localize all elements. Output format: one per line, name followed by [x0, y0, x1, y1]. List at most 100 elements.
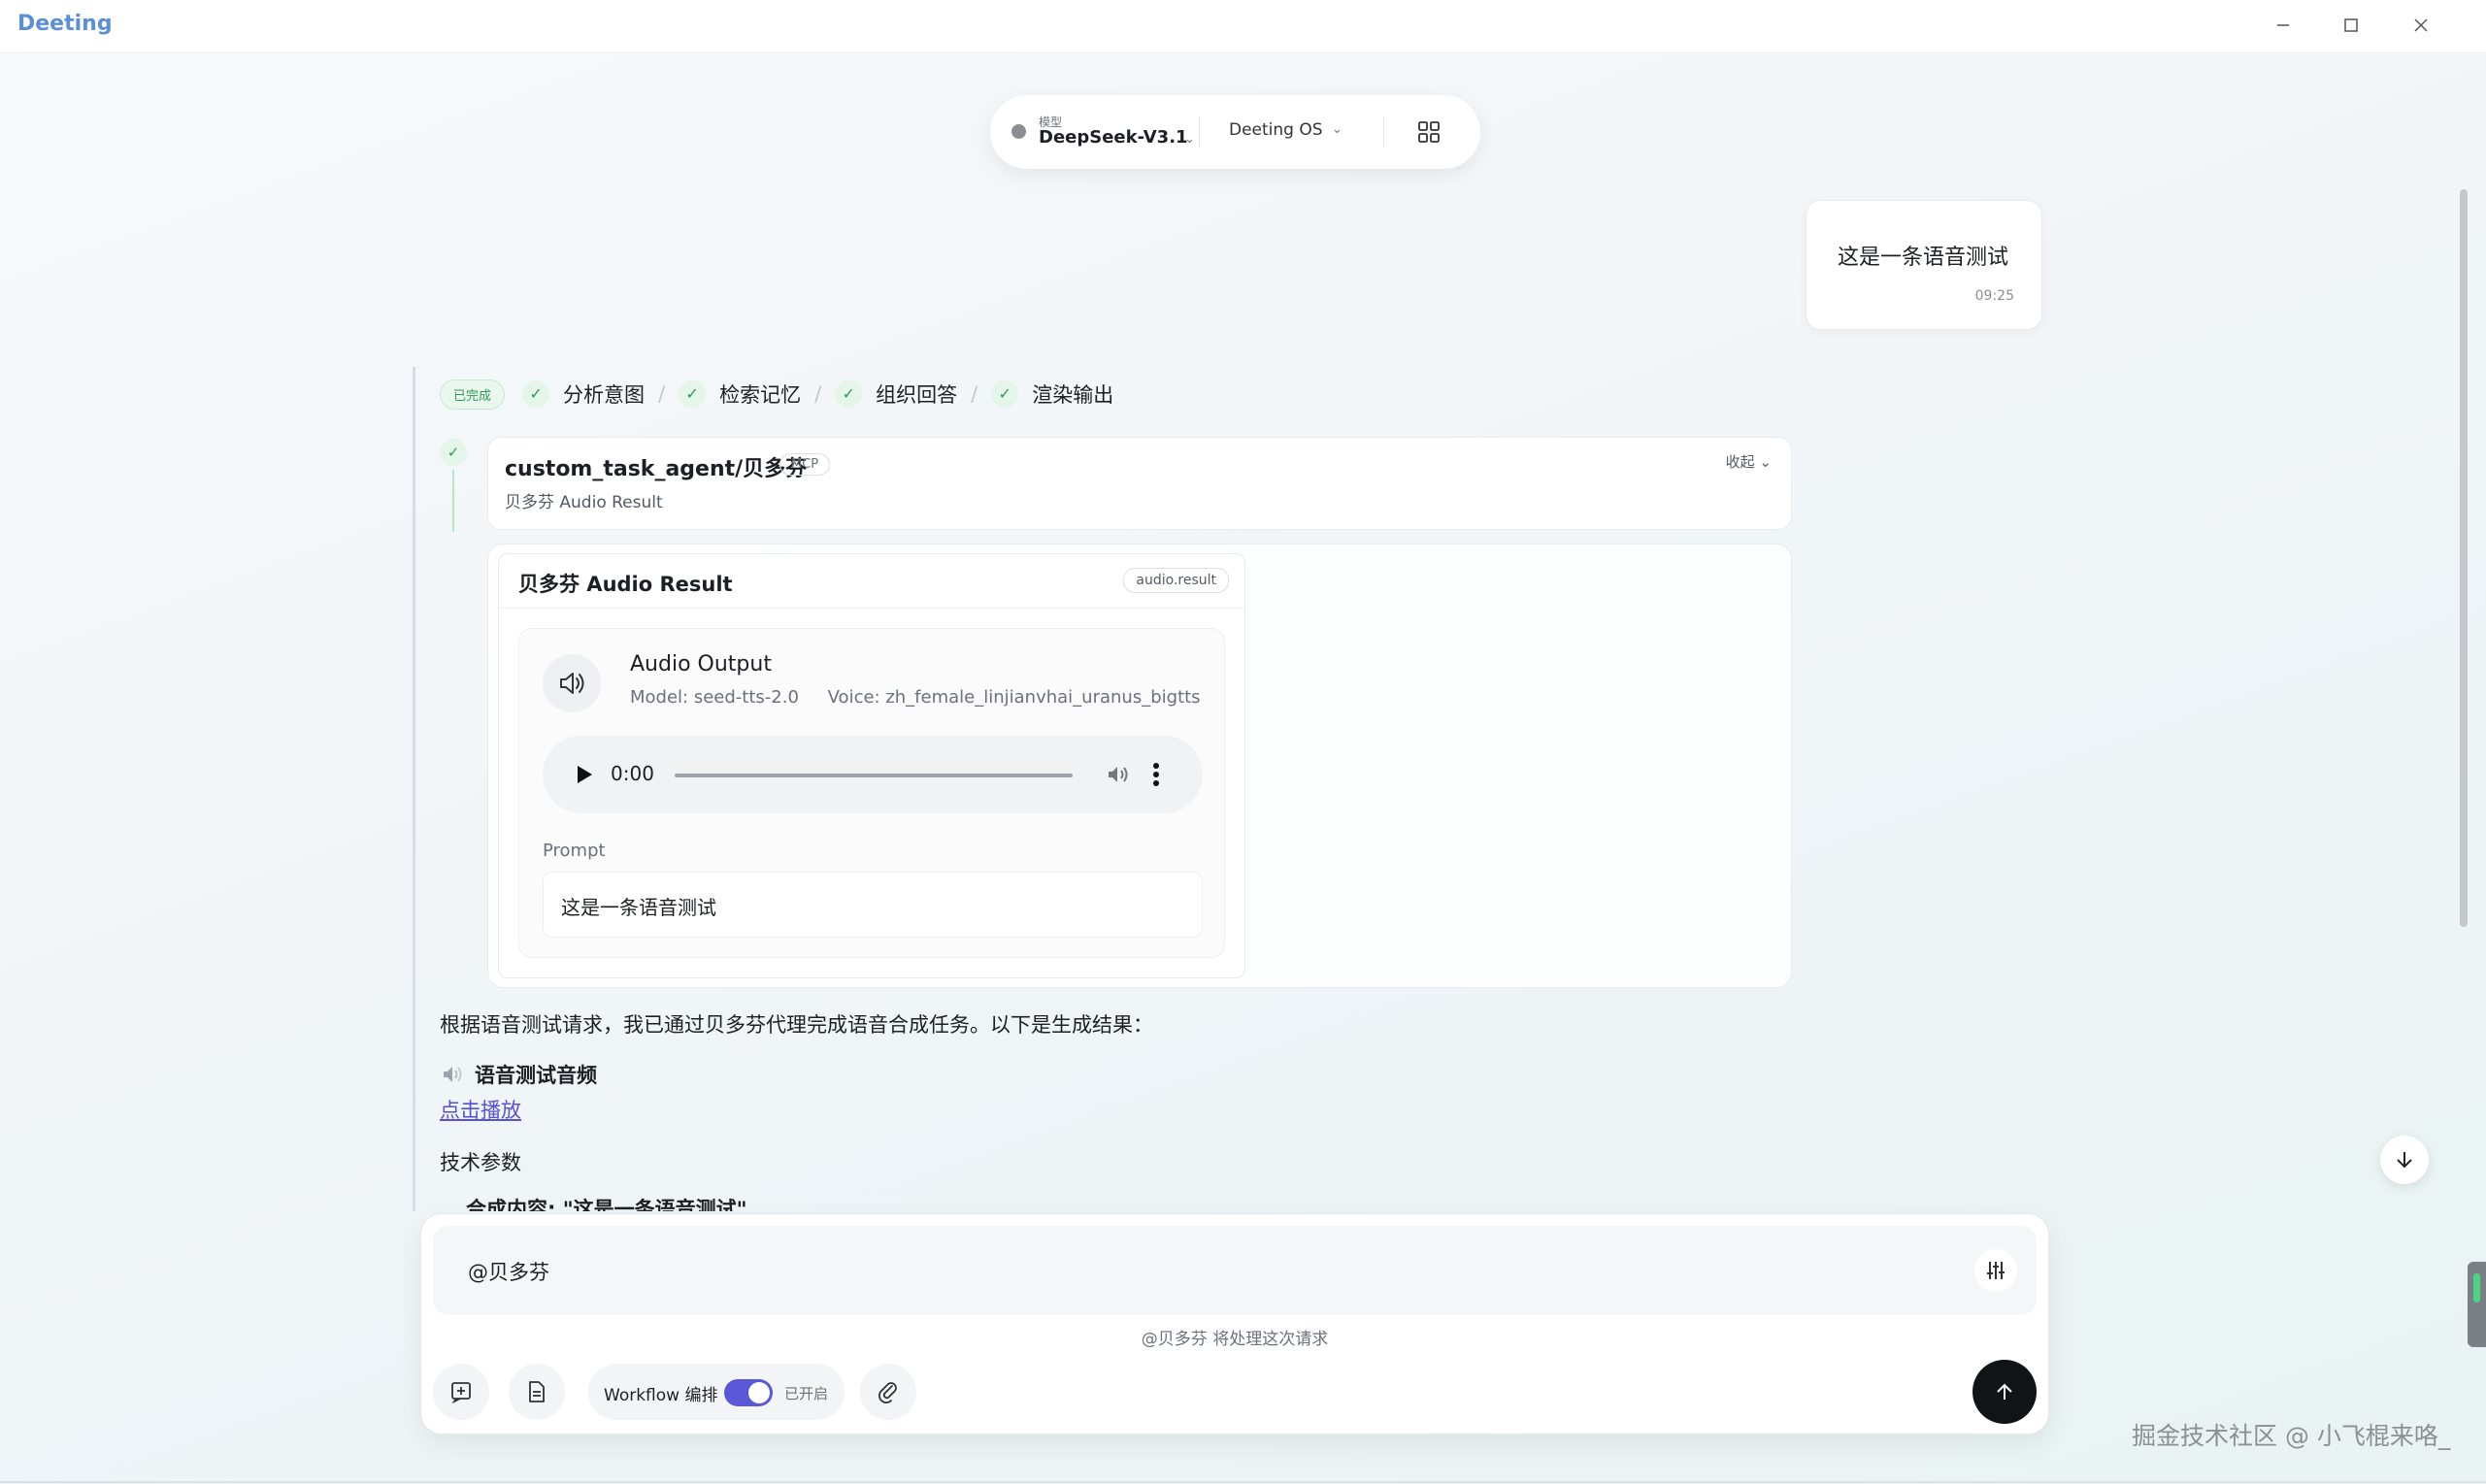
scrollbar-thumb[interactable] [2460, 189, 2468, 927]
arrow-down-icon [2397, 1152, 2412, 1169]
title-bar: Deeting [0, 0, 2486, 53]
timeline-connector [452, 470, 454, 532]
step-label: 渲染输出 [1032, 383, 1114, 407]
minimize-button[interactable] [2264, 8, 2303, 47]
document-icon [529, 1381, 545, 1402]
speaker-icon [444, 1067, 462, 1082]
close-button[interactable] [2402, 8, 2440, 47]
check-icon: ✓ [835, 380, 863, 408]
check-icon: ✓ [679, 380, 707, 408]
minimize-icon [2277, 24, 2289, 26]
seek-bar[interactable] [675, 774, 1073, 777]
step-separator: / [814, 382, 822, 406]
play-link[interactable]: 点击播放 [440, 1095, 521, 1124]
progress-steps: 已完成 ✓ 分析意图 / ✓ 检索记忆 / ✓ 组织回答 / ✓ 渲染输出 [440, 375, 1127, 413]
chevron-down-icon[interactable]: ⌄ [1332, 122, 1342, 137]
attach-button[interactable] [860, 1364, 916, 1420]
user-message-text: 这是一条语音测试 [1838, 246, 2009, 270]
add-message-icon [451, 1382, 471, 1403]
bottom-border [0, 1481, 2486, 1483]
document-button[interactable] [509, 1364, 565, 1420]
agent-name: custom_task_agent/贝多芬 [505, 457, 808, 481]
play-icon [578, 766, 592, 783]
audio-result-card: 贝多芬 Audio Result audio.result Audio Outp… [498, 553, 1245, 978]
maximize-icon [2344, 18, 2358, 32]
collapse-label: 收起 [1725, 453, 1755, 471]
sliders-icon [1987, 1262, 2005, 1279]
paperclip-icon [878, 1382, 897, 1403]
model-dropdown[interactable]: DeepSeek-V3.1 [1039, 127, 1188, 148]
prompt-text: 这是一条语音测试 [561, 896, 716, 919]
step-label: 分析意图 [563, 383, 646, 407]
play-button[interactable] [574, 763, 595, 790]
message-input-value[interactable]: @贝多芬 [468, 1257, 549, 1286]
os-dropdown[interactable]: Deeting OS [1229, 120, 1323, 140]
workflow-toggle[interactable] [724, 1379, 773, 1406]
collapse-button[interactable]: 收起 ⌄ [1726, 451, 1772, 472]
send-button[interactable] [1972, 1360, 2037, 1424]
chevron-down-icon[interactable]: ⌄ [1184, 132, 1195, 147]
audio-output-panel: Audio Output Model: seed-tts-2.0 Voice: … [518, 628, 1225, 958]
answer-intro: 根据语音测试请求，我已通过贝多芬代理完成语音合成任务。以下是生成结果： [440, 1013, 1153, 1037]
grid-button[interactable] [1417, 120, 1441, 144]
user-message-time: 09:25 [1974, 288, 2014, 304]
check-icon: ✓ [440, 439, 467, 466]
audio-voice: Voice: zh_female_linjianvhai_uranus_bigt… [827, 687, 1201, 708]
agent-call-card: custom_task_agent/贝多芬 MCP 贝多芬 Audio Resu… [487, 437, 1792, 530]
check-icon: ✓ [991, 380, 1019, 408]
new-chat-button[interactable] [433, 1364, 489, 1420]
result-type-badge: audio.result [1123, 568, 1229, 593]
step-item: ✓ 检索记忆 [679, 379, 801, 409]
workflow-label: Workflow 编排 [604, 1386, 718, 1405]
result-header: 贝多芬 Audio Result audio.result [499, 554, 1244, 609]
more-options-button[interactable] [1152, 759, 1160, 794]
answer-section-title: 技术参数 [440, 1151, 521, 1174]
speaker-icon [543, 654, 601, 712]
watermark: 掘金技术社区 @ 小飞棍来咯_ [2132, 1422, 2451, 1450]
audio-meta: Model: seed-tts-2.0 Voice: zh_female_lin… [630, 687, 1201, 708]
answer-heading-text: 语音测试音频 [475, 1064, 597, 1087]
workflow-toggle-group: Workflow 编排 已开启 [588, 1364, 845, 1420]
audio-player[interactable]: 0:00 [543, 736, 1203, 813]
model-status-dot [1011, 124, 1026, 139]
more-vertical-icon [1153, 763, 1159, 786]
side-widget[interactable] [2468, 1262, 2486, 1347]
agent-subtitle: 贝多芬 Audio Result [505, 493, 663, 512]
mcp-badge: MCP [779, 453, 831, 476]
check-icon: ✓ [522, 380, 550, 408]
input-hint: @贝多芬 将处理这次请求 [1141, 1330, 1329, 1349]
arrow-up-icon [1997, 1383, 2012, 1400]
settings-button[interactable] [1974, 1249, 2017, 1292]
volume-button[interactable] [1106, 763, 1131, 790]
workflow-state: 已开启 [784, 1385, 829, 1402]
maximize-button[interactable] [2332, 8, 2370, 47]
chevron-down-icon: ⌄ [1759, 453, 1772, 471]
assistant-rail [413, 367, 415, 1211]
divider [1383, 116, 1384, 148]
prompt-box: 这是一条语音测试 [543, 872, 1203, 938]
scroll-to-bottom-button[interactable] [2380, 1136, 2429, 1184]
player-time: 0:00 [611, 762, 654, 785]
step-label: 检索记忆 [719, 383, 802, 407]
result-title: 贝多芬 Audio Result [518, 573, 733, 596]
status-badge: 已完成 [440, 379, 506, 410]
divider [1199, 116, 1200, 148]
answer-partial-line: 合成内容: "这是一条语音测试" [466, 1198, 747, 1211]
step-item: ✓ 分析意图 [522, 379, 645, 409]
step-separator: / [658, 382, 666, 406]
step-separator: / [971, 382, 978, 406]
composer: @贝多芬 @贝多芬 将处理这次请求 Workflow 编排 已开启 [420, 1213, 2049, 1435]
step-label: 组织回答 [876, 383, 958, 407]
model-selector: 模型 DeepSeek-V3.1 ⌄ Deeting OS ⌄ [990, 95, 1480, 169]
audio-model: Model: seed-tts-2.0 [630, 687, 799, 708]
step-item: ✓ 渲染输出 [991, 379, 1113, 409]
user-message: 这是一条语音测试 09:25 [1806, 200, 2042, 330]
app-title: Deeting [17, 12, 113, 36]
close-icon [2414, 18, 2428, 32]
answer-heading: 语音测试音频 [442, 1060, 597, 1089]
volume-icon [1109, 767, 1128, 782]
prompt-label: Prompt [543, 841, 606, 861]
message-input[interactable]: @贝多芬 [433, 1226, 2037, 1315]
audio-output-title: Audio Output [630, 652, 772, 676]
grid-icon [1418, 121, 1440, 143]
